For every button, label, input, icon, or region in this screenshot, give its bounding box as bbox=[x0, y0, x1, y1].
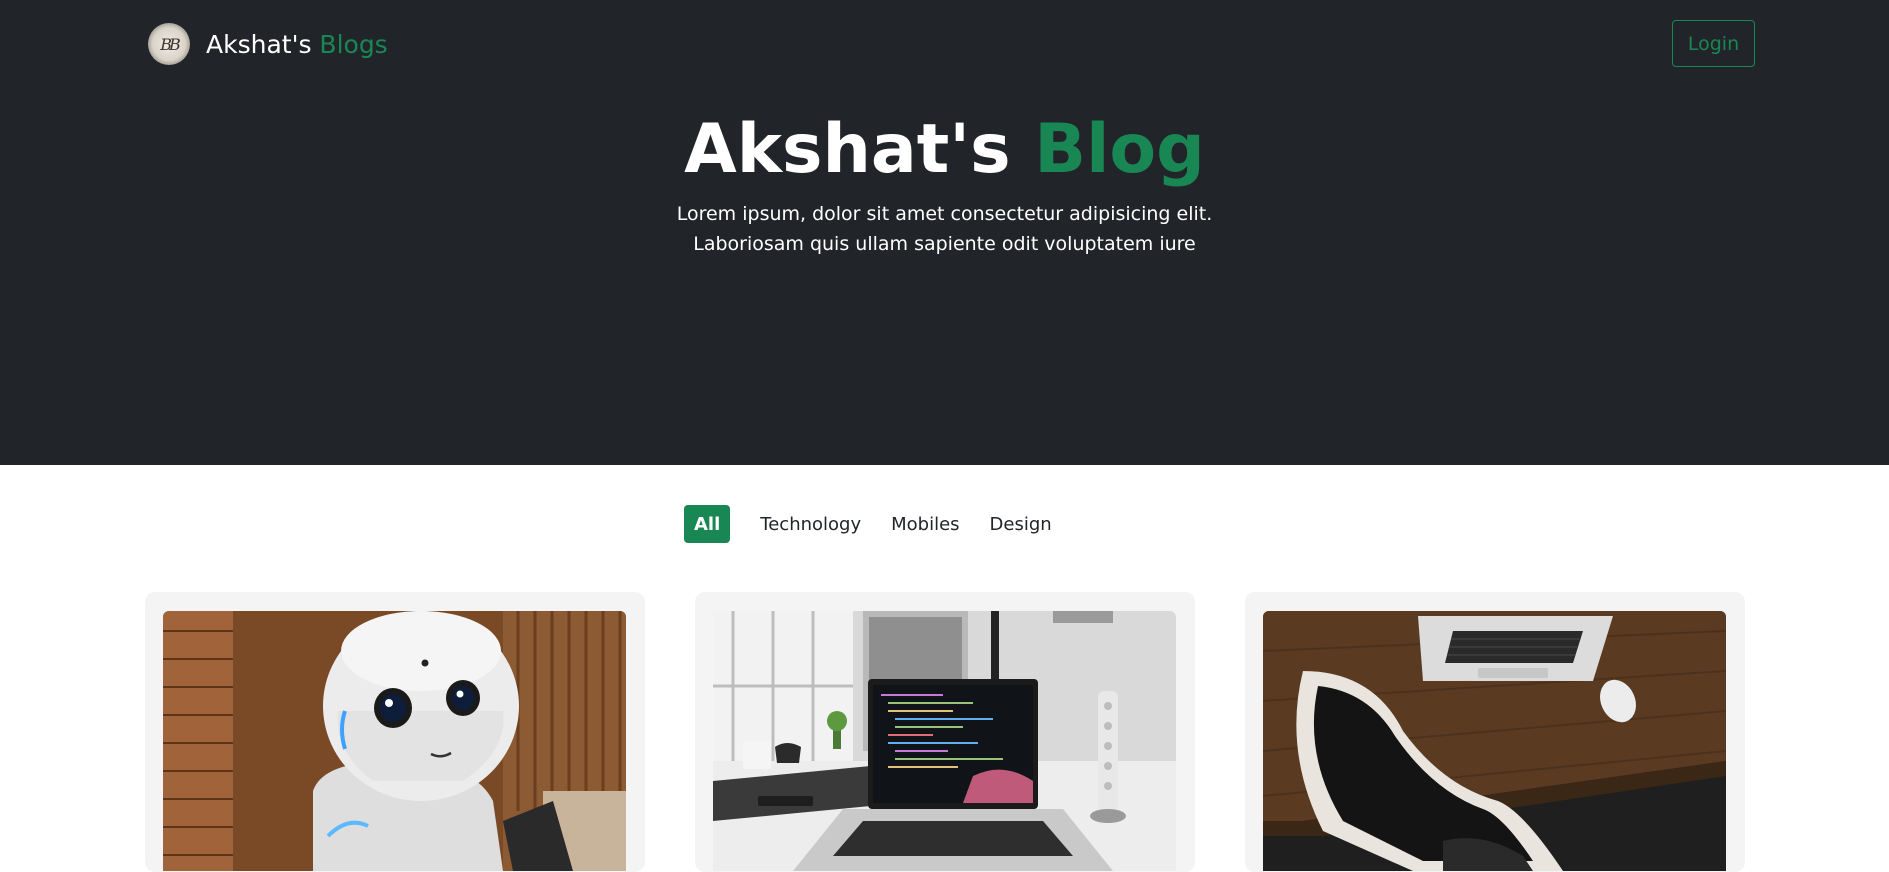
navbar-brand[interactable]: BB Akshat's Blogs bbox=[148, 23, 388, 65]
blog-card[interactable] bbox=[695, 592, 1195, 872]
category-filters: All Technology Mobiles Design bbox=[684, 505, 1072, 543]
page-title: Akshat's Blog bbox=[0, 108, 1889, 192]
blog-card[interactable] bbox=[1245, 592, 1745, 872]
blog-card[interactable] bbox=[145, 592, 645, 872]
filter-mobiles[interactable]: Mobiles bbox=[881, 505, 969, 543]
hero-section: BB Akshat's Blogs Login Akshat's Blog Lo… bbox=[0, 0, 1889, 465]
filter-design[interactable]: Design bbox=[980, 505, 1062, 543]
subtitle-line-2: Laboriosam quis ullam sapiente odit volu… bbox=[693, 233, 1196, 255]
logo-icon: BB bbox=[148, 23, 190, 65]
title-prefix: Akshat's bbox=[684, 110, 1011, 189]
brand-suffix: Blogs bbox=[319, 29, 388, 59]
brand-name[interactable]: Akshat's Blogs bbox=[206, 32, 388, 57]
card-image-laptop-desk[interactable] bbox=[713, 611, 1176, 871]
filter-technology[interactable]: Technology bbox=[750, 505, 871, 543]
filter-all[interactable]: All bbox=[684, 505, 731, 543]
hero-subtitle: Lorem ipsum, dolor sit amet consectetur … bbox=[0, 199, 1889, 259]
card-image-laptop-chair[interactable] bbox=[1263, 611, 1726, 871]
subtitle-line-1: Lorem ipsum, dolor sit amet consectetur … bbox=[676, 203, 1213, 225]
card-image-robot[interactable] bbox=[163, 611, 626, 871]
login-button[interactable]: Login bbox=[1672, 20, 1755, 67]
title-suffix: Blog bbox=[1034, 110, 1205, 189]
brand-prefix: Akshat's bbox=[206, 29, 312, 59]
